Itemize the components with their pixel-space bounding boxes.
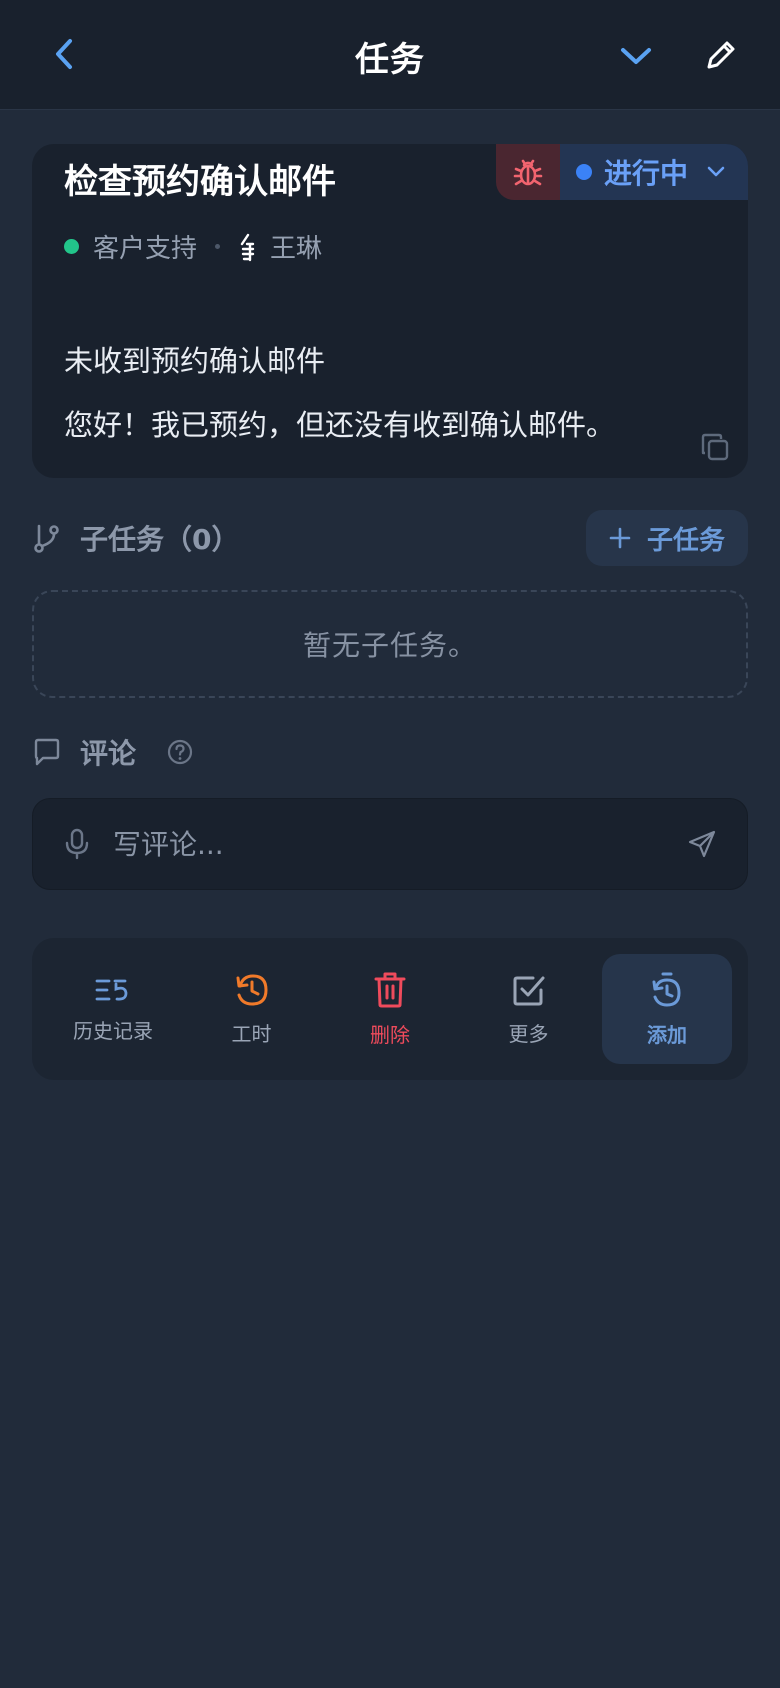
task-title: 检查预约确认邮件	[64, 162, 336, 202]
delete-label: 删除	[370, 1022, 410, 1047]
task-card: 检查预约确认邮件 进行中 客户支持 王琳 未收到预约确认邮件 您好！我已预约，但…	[32, 144, 748, 478]
history-label: 历史记录	[73, 1018, 153, 1043]
type-badge[interactable]	[496, 144, 560, 200]
chevron-down-icon	[707, 166, 725, 177]
action-bar: 历史记录 工时 删除 更多 添加	[32, 938, 748, 1080]
more-label: 更多	[508, 1021, 549, 1046]
subtasks-empty-state: 暂无子任务。	[32, 590, 748, 698]
history-list-icon	[95, 979, 128, 1001]
assignee-name: 王琳	[270, 234, 323, 264]
avatar-icon	[240, 233, 255, 261]
status-group: 进行中	[496, 144, 748, 200]
help-button[interactable]	[166, 738, 194, 766]
send-icon	[688, 830, 716, 858]
add-subtask-label: 子任务	[646, 525, 725, 556]
add-time-label: 添加	[647, 1022, 687, 1047]
more-button[interactable]: 更多	[464, 954, 594, 1064]
status-dot	[576, 164, 592, 180]
subtasks-header: 子任务（0）	[32, 518, 239, 558]
delete-button[interactable]: 删除	[325, 954, 455, 1064]
add-subtask-button[interactable]: 子任务	[586, 510, 748, 566]
comment-icon	[34, 738, 60, 766]
bug-icon	[513, 159, 543, 186]
status-dropdown[interactable]: 进行中	[560, 144, 748, 200]
trash-icon	[374, 972, 406, 1007]
clock-history-icon	[236, 974, 267, 1005]
send-button[interactable]	[687, 829, 717, 859]
copy-button[interactable]	[698, 430, 732, 464]
chevron-down-icon	[621, 48, 651, 64]
checkbox-icon	[513, 976, 544, 1005]
hours-label: 工时	[231, 1021, 272, 1046]
help-icon	[167, 739, 193, 765]
top-bar: 任务	[0, 0, 780, 110]
branch-icon	[34, 524, 59, 553]
meta-separator	[215, 244, 221, 249]
history-button[interactable]: 历史记录	[48, 954, 178, 1064]
subtasks-heading: 子任务（0）	[80, 523, 240, 556]
task-meta: 客户支持 王琳	[64, 228, 322, 265]
plus-icon	[609, 527, 631, 549]
edit-button[interactable]	[700, 36, 740, 76]
comment-composer	[32, 798, 748, 890]
avatar	[238, 232, 256, 262]
pencil-icon	[707, 41, 735, 69]
empty-text: 暂无子任务。	[302, 629, 477, 662]
hours-button[interactable]: 工时	[187, 954, 317, 1064]
comment-input[interactable]	[113, 814, 687, 874]
add-time-button[interactable]: 添加	[602, 954, 732, 1064]
status-label: 进行中	[604, 157, 689, 190]
comments-header: 评论	[32, 732, 194, 772]
category-dot	[64, 239, 79, 254]
comments-heading: 评论	[80, 737, 137, 770]
microphone-icon	[65, 828, 89, 860]
timer-icon	[652, 972, 681, 1006]
copy-icon	[701, 433, 729, 461]
description-title: 未收到预约确认邮件	[64, 344, 326, 378]
page-title: 任务	[355, 40, 425, 80]
category-label: 客户支持	[93, 234, 198, 264]
collapse-button[interactable]	[616, 36, 656, 76]
voice-input-button[interactable]	[65, 828, 89, 860]
description-body: 您好！我已预约，但还没有收到确认邮件。	[64, 408, 616, 442]
